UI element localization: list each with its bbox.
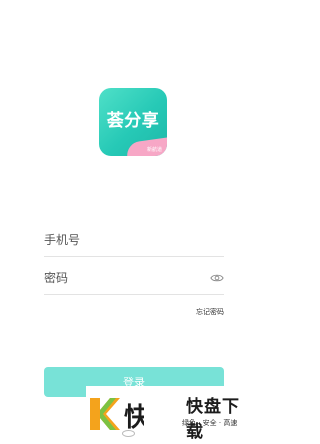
password-input[interactable] [44, 268, 204, 288]
watermark: 快 快盘下载 绿色 · 安全 · 高速 [86, 386, 250, 442]
forgot-password-link[interactable]: 忘记密码 [196, 307, 224, 317]
app-logo: 荟分享 新航道 [99, 88, 167, 156]
phone-field [44, 224, 224, 257]
logo-badge: 新航道 [146, 147, 162, 153]
watermark-slogan: 绿色 · 安全 · 高速 [182, 419, 238, 427]
watermark-ellipse [122, 430, 135, 437]
svg-text:快: 快 [124, 403, 144, 433]
watermark-title: 快盘下载 [186, 397, 240, 442]
app-name: 荟分享 [106, 111, 160, 131]
phone-input[interactable] [44, 230, 204, 250]
password-field [44, 262, 224, 295]
watermark-logo-icon: 快 [90, 398, 144, 433]
eye-icon[interactable] [210, 271, 224, 285]
